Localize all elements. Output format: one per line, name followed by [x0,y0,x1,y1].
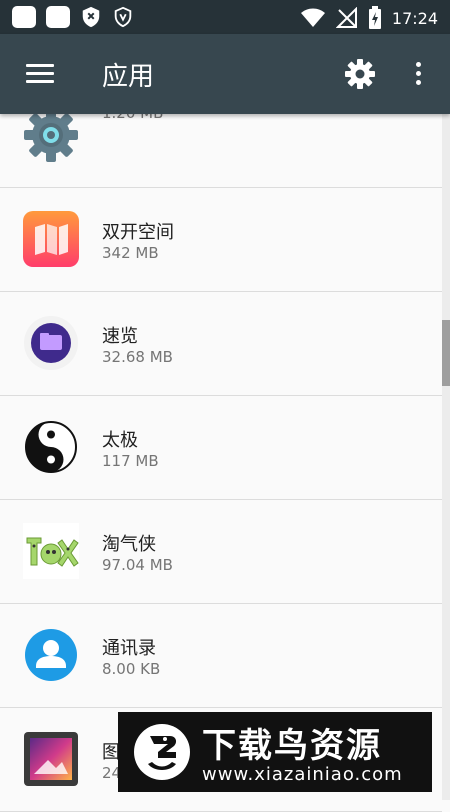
app-name: 太极 [102,430,138,451]
settings-gear-icon[interactable] [344,58,376,90]
list-item[interactable]: 速览 32.68 MB [0,292,442,396]
shield-vpn-icon [114,6,132,28]
yin-yang-icon [25,421,77,473]
app-size: 32.68 MB [102,348,173,366]
taoqixia-icon [23,523,79,579]
list-item[interactable]: 淘气侠 97.04 MB [0,500,442,604]
wifi-icon [300,8,325,27]
app-name: 速览 [102,326,138,347]
contacts-icon [25,629,77,681]
scrollbar-track [442,114,450,800]
app-name: 淘气侠 [102,534,156,555]
app-size: 97.04 MB [102,556,173,574]
app-size: 117 MB [102,452,159,470]
app-bar: 应用 [0,34,450,114]
watermark-url: www.xiazainiao.com [202,764,403,785]
no-signal-icon [335,7,357,28]
app-size: 342 MB [102,244,159,262]
status-bar: 17:24 [0,0,450,34]
battery-charging-icon [368,6,381,29]
menu-icon[interactable] [22,60,58,90]
shield-x-icon [82,6,100,28]
watermark-title: 下载鸟资源 [202,726,382,766]
more-vert-icon[interactable] [408,58,428,90]
app-size: 8.00 KB [102,660,161,678]
list-item[interactable]: 双开空间 342 MB [0,188,442,292]
list-item[interactable]: 通讯录 8.00 KB [0,604,442,708]
scrollbar-thumb[interactable] [442,320,450,386]
notification-square-icon [12,6,36,28]
status-time: 17:24 [391,8,438,28]
bird-logo-icon [134,724,190,780]
app-name: 通讯录 [102,638,156,659]
page-title: 应用 [102,62,155,92]
app-list: 设置 1.20 MB 双开空间 342 MB 速览 32.68 MB [0,82,442,812]
quick-view-icon [24,316,78,370]
notification-square-icon [46,6,70,28]
watermark-banner: 下载鸟资源 www.xiazainiao.com [118,712,432,792]
gallery-icon [24,732,78,786]
app-name: 双开空间 [102,222,174,243]
list-item[interactable]: 太极 117 MB [0,396,442,500]
gear-icon [24,108,78,162]
dual-space-icon [23,211,79,267]
